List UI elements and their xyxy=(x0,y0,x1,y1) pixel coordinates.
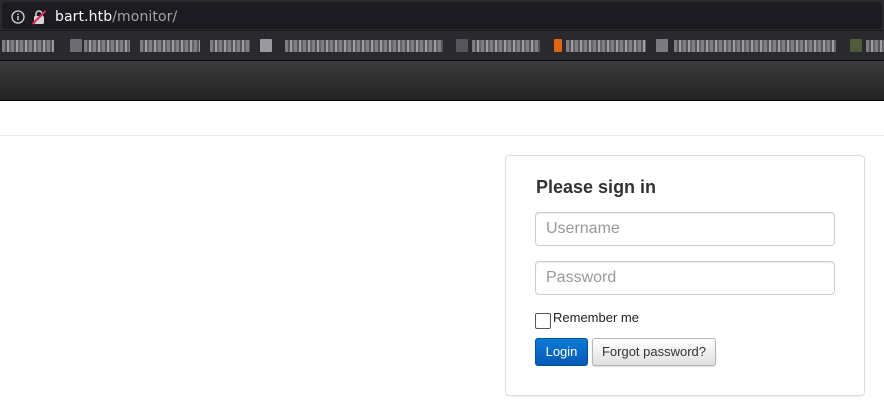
site-navbar xyxy=(0,61,884,101)
header-divider xyxy=(0,135,884,136)
bookmark-favicon xyxy=(260,39,272,52)
bookmark-item[interactable] xyxy=(140,40,200,52)
bookmark-favicon xyxy=(656,39,668,52)
info-icon[interactable] xyxy=(11,10,25,24)
bookmark-item[interactable] xyxy=(210,40,250,52)
remember-me-label[interactable]: Remember me xyxy=(553,310,639,325)
insecure-lock-icon[interactable] xyxy=(31,9,47,25)
login-button[interactable]: Login xyxy=(535,338,588,366)
bookmark-item[interactable] xyxy=(866,40,884,52)
browser-url-bar: bart.htb/monitor/ xyxy=(0,0,884,31)
login-heading: Please sign in xyxy=(536,177,657,197)
bookmark-item[interactable] xyxy=(2,40,54,52)
bookmark-item[interactable] xyxy=(472,40,540,52)
url-text: bart.htb/monitor/ xyxy=(55,9,177,25)
login-panel: Please sign in Remember me Login Forgot … xyxy=(505,155,865,396)
address-field[interactable]: bart.htb/monitor/ xyxy=(2,2,882,29)
bookmark-favicon xyxy=(70,39,82,52)
username-input[interactable] xyxy=(535,212,835,246)
bookmark-favicon xyxy=(554,39,562,52)
bookmark-favicon xyxy=(850,39,862,52)
url-path: /monitor/ xyxy=(112,9,178,25)
bookmark-item[interactable] xyxy=(566,40,646,52)
password-input[interactable] xyxy=(535,261,835,295)
bookmark-item[interactable] xyxy=(84,40,130,52)
url-host: bart.htb xyxy=(55,9,113,25)
bookmark-item[interactable] xyxy=(285,40,443,52)
remember-me-checkbox[interactable] xyxy=(535,313,551,329)
bookmarks-bar xyxy=(0,31,884,61)
bookmark-favicon xyxy=(456,39,468,52)
bookmark-item[interactable] xyxy=(674,40,836,52)
forgot-password-button[interactable]: Forgot password? xyxy=(592,338,716,366)
